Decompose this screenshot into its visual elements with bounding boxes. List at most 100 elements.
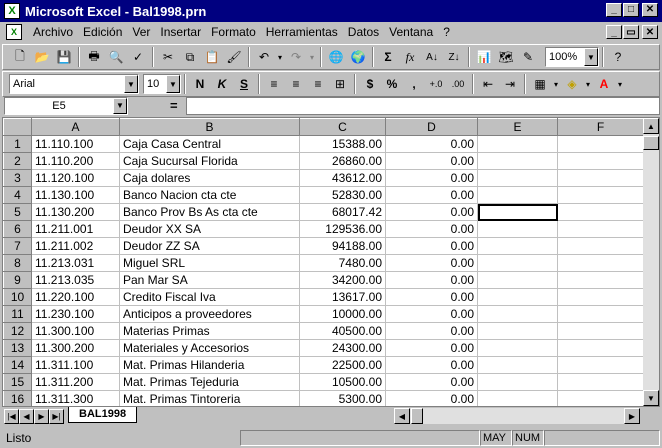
map-icon[interactable]: 🗺 bbox=[495, 46, 517, 68]
edit-formula-button[interactable]: = bbox=[170, 98, 178, 113]
cell-value-d[interactable]: 0.00 bbox=[385, 373, 478, 391]
cell-account-code[interactable]: 11.300.200 bbox=[31, 339, 120, 357]
cell-e[interactable] bbox=[477, 135, 558, 153]
cell-account-code[interactable]: 11.110.100 bbox=[31, 135, 120, 153]
italic-button[interactable]: K bbox=[211, 73, 233, 95]
print-icon[interactable]: 🖶 bbox=[83, 46, 105, 68]
menu-datos[interactable]: Datos bbox=[343, 25, 384, 39]
format-painter-icon[interactable]: 🖌 bbox=[223, 46, 245, 68]
cell-balance[interactable]: 43612.00 bbox=[299, 169, 386, 187]
cell-account-name[interactable]: Pan Mar SA bbox=[119, 271, 300, 289]
cell-f[interactable] bbox=[557, 390, 644, 406]
excel-app-icon[interactable]: X bbox=[4, 3, 20, 19]
scroll-up-icon[interactable]: ▲ bbox=[643, 118, 659, 134]
cell-balance[interactable]: 15388.00 bbox=[299, 135, 386, 153]
cell-f[interactable] bbox=[557, 339, 644, 357]
cell-balance[interactable]: 13617.00 bbox=[299, 288, 386, 306]
row-header[interactable]: 12 bbox=[3, 322, 32, 340]
fill-color-icon[interactable]: ◈ bbox=[561, 73, 583, 95]
name-box[interactable]: E5 ▼ bbox=[4, 97, 128, 115]
align-right-icon[interactable]: ≡ bbox=[307, 73, 329, 95]
cell-account-name[interactable]: Mat. Primas Tintoreria bbox=[119, 390, 300, 406]
row-header[interactable]: 9 bbox=[3, 271, 32, 289]
scroll-right-icon[interactable]: ▶ bbox=[624, 408, 640, 424]
menu-ver[interactable]: Ver bbox=[127, 25, 155, 39]
cell-f[interactable] bbox=[557, 322, 644, 340]
cell-account-code[interactable]: 11.120.100 bbox=[31, 169, 120, 187]
percent-button[interactable]: % bbox=[381, 73, 403, 95]
cell-e[interactable] bbox=[477, 271, 558, 289]
cell-e[interactable] bbox=[477, 186, 558, 204]
currency-button[interactable]: $ bbox=[359, 73, 381, 95]
cell-e[interactable] bbox=[477, 373, 558, 391]
cell-e[interactable] bbox=[477, 339, 558, 357]
cell-account-code[interactable]: 11.311.100 bbox=[31, 356, 120, 374]
cell-f[interactable] bbox=[557, 254, 644, 272]
cell-account-code[interactable]: 11.311.200 bbox=[31, 373, 120, 391]
cell-e[interactable] bbox=[477, 220, 558, 238]
cell-f[interactable] bbox=[557, 288, 644, 306]
row-header[interactable]: 1 bbox=[3, 135, 32, 153]
align-center-icon[interactable]: ≡ bbox=[285, 73, 307, 95]
cell-f[interactable] bbox=[557, 152, 644, 170]
first-sheet-icon[interactable]: |◀ bbox=[4, 408, 19, 424]
cell-f[interactable] bbox=[557, 169, 644, 187]
align-left-icon[interactable]: ≡ bbox=[263, 73, 285, 95]
row-header[interactable]: 7 bbox=[3, 237, 32, 255]
cell-balance[interactable]: 7480.00 bbox=[299, 254, 386, 272]
column-header-e[interactable]: E bbox=[477, 118, 558, 136]
cell-balance[interactable]: 129536.00 bbox=[299, 220, 386, 238]
scroll-down-icon[interactable]: ▼ bbox=[643, 390, 659, 406]
cell-account-name[interactable]: Mat. Primas Tejeduria bbox=[119, 373, 300, 391]
cell-e[interactable] bbox=[477, 203, 558, 221]
cell-account-name[interactable]: Caja Sucursal Florida bbox=[119, 152, 300, 170]
redo-icon[interactable]: ↷ bbox=[285, 46, 307, 68]
formula-input[interactable] bbox=[186, 97, 660, 115]
row-header[interactable]: 4 bbox=[3, 186, 32, 204]
undo-dropdown-icon[interactable]: ▾ bbox=[275, 46, 285, 68]
column-header-d[interactable]: D bbox=[385, 118, 478, 136]
borders-icon[interactable]: ▦ bbox=[529, 73, 551, 95]
row-header[interactable]: 14 bbox=[3, 356, 32, 374]
office-assistant-icon[interactable]: ? bbox=[607, 46, 629, 68]
cell-f[interactable] bbox=[557, 271, 644, 289]
cell-f[interactable] bbox=[557, 356, 644, 374]
autosum-icon[interactable]: Σ bbox=[377, 46, 399, 68]
doc-minimize-button[interactable]: _ bbox=[606, 25, 622, 39]
cell-e[interactable] bbox=[477, 254, 558, 272]
font-size-dropdown-icon[interactable]: ▼ bbox=[166, 75, 180, 93]
column-header-b[interactable]: B bbox=[119, 118, 300, 136]
cell-account-name[interactable]: Caja Casa Central bbox=[119, 135, 300, 153]
select-all-button[interactable] bbox=[3, 118, 32, 136]
vertical-scroll-thumb[interactable] bbox=[643, 136, 659, 150]
row-header[interactable]: 3 bbox=[3, 169, 32, 187]
cell-balance[interactable]: 52830.00 bbox=[299, 186, 386, 204]
cell-account-name[interactable]: Deudor ZZ SA bbox=[119, 237, 300, 255]
zoom-dropdown-icon[interactable]: ▼ bbox=[584, 48, 598, 66]
cell-e[interactable] bbox=[477, 237, 558, 255]
cell-balance[interactable]: 22500.00 bbox=[299, 356, 386, 374]
scroll-left-icon[interactable]: ◀ bbox=[394, 408, 410, 424]
cell-account-name[interactable]: Anticipos a proveedores bbox=[119, 305, 300, 323]
cell-value-d[interactable]: 0.00 bbox=[385, 203, 478, 221]
cell-e[interactable] bbox=[477, 152, 558, 170]
cell-balance[interactable]: 24300.00 bbox=[299, 339, 386, 357]
web-toolbar-icon[interactable]: 🌍 bbox=[347, 46, 369, 68]
row-header[interactable]: 10 bbox=[3, 288, 32, 306]
cell-value-d[interactable]: 0.00 bbox=[385, 152, 478, 170]
name-box-dropdown-icon[interactable]: ▼ bbox=[113, 98, 127, 114]
doc-restore-button[interactable]: ▭ bbox=[623, 25, 639, 39]
font-color-dropdown-icon[interactable]: ▾ bbox=[615, 73, 625, 95]
cell-value-d[interactable]: 0.00 bbox=[385, 220, 478, 238]
vertical-scrollbar[interactable]: ▲ ▼ bbox=[643, 118, 659, 406]
row-header[interactable]: 15 bbox=[3, 373, 32, 391]
row-header[interactable]: 2 bbox=[3, 152, 32, 170]
cell-account-name[interactable]: Materias Primas bbox=[119, 322, 300, 340]
close-button[interactable]: ✕ bbox=[642, 3, 658, 17]
cell-account-name[interactable]: Deudor XX SA bbox=[119, 220, 300, 238]
last-sheet-icon[interactable]: ▶| bbox=[49, 408, 64, 424]
cell-balance[interactable]: 40500.00 bbox=[299, 322, 386, 340]
underline-button[interactable]: S bbox=[233, 73, 255, 95]
cell-account-code[interactable]: 11.211.001 bbox=[31, 220, 120, 238]
bold-button[interactable]: N bbox=[189, 73, 211, 95]
